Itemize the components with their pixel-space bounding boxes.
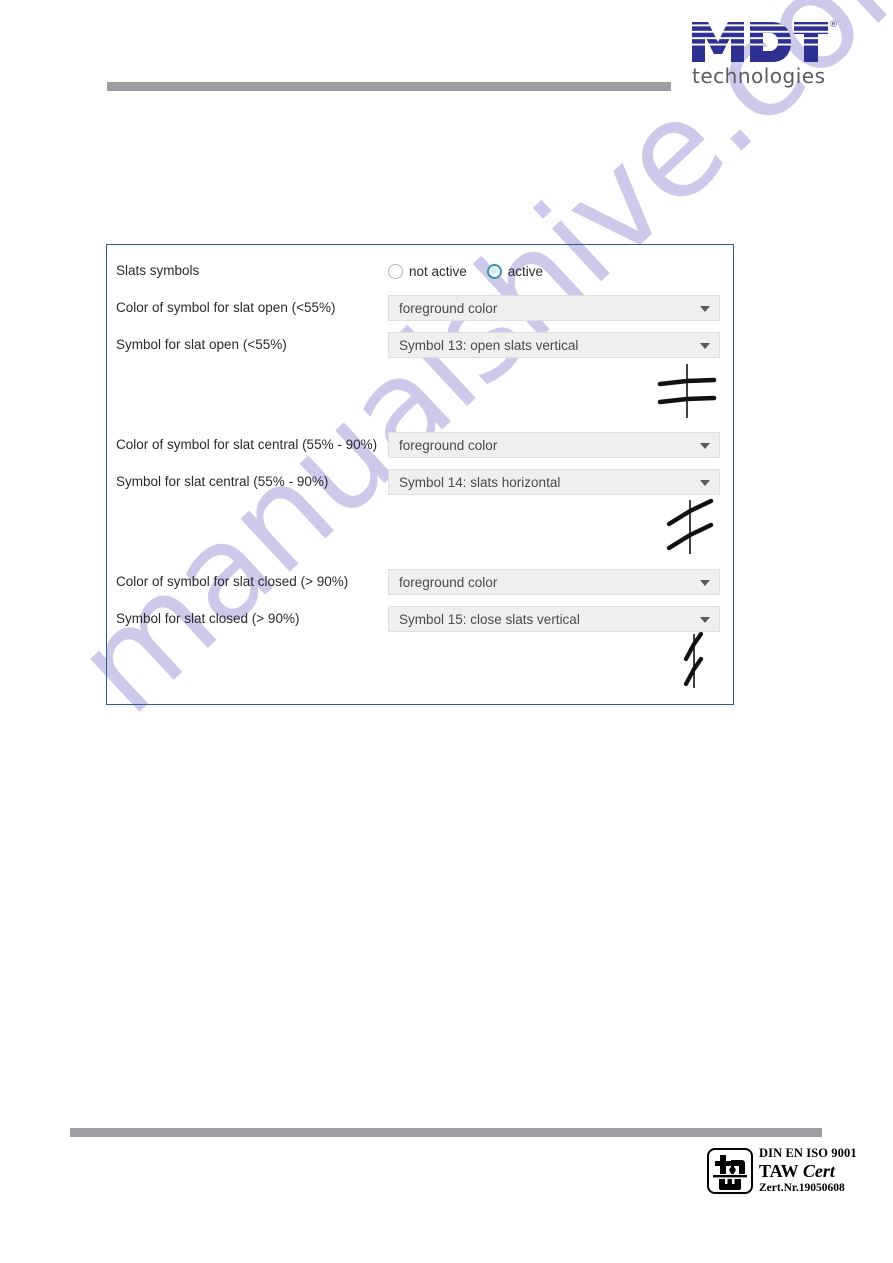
page-header: ® technologies [0,0,893,110]
cert-authority: TAW Cert [759,1161,859,1181]
color-slat-open-label: Color of symbol for slat open (<55%) [116,300,336,315]
settings-row: Slats symbols not active active [107,256,733,286]
taw-cert-logo-icon [707,1148,753,1194]
slats-open-vertical-icon [657,364,717,418]
settings-row: Color of symbol for slat central (55% - … [107,430,733,460]
mdt-logo-mark [692,22,828,62]
settings-row: Color of symbol for slat open (<55%) for… [107,293,733,323]
cert-authority-suffix: Cert [802,1161,835,1181]
certification-text: DIN EN ISO 9001 TAW Cert Zert.Nr.1905060… [759,1146,859,1195]
slats-symbols-radio-group[interactable]: not active active [388,260,557,282]
color-slat-open-value: foreground color [399,301,498,316]
symbol-slat-closed-value: Symbol 15: close slats vertical [399,612,580,627]
radio-active-label[interactable]: active [508,264,543,279]
color-slat-closed-select[interactable]: foreground color [388,569,720,595]
slats-closed-vertical-icon [683,632,704,688]
header-divider [107,82,671,91]
radio-not-active[interactable] [388,263,403,279]
chevron-down-icon[interactable] [700,580,710,586]
chevron-down-icon[interactable] [700,617,710,623]
certification-badge: DIN EN ISO 9001 TAW Cert Zert.Nr.1905060… [707,1146,857,1198]
color-slat-central-label: Color of symbol for slat central (55% - … [116,437,378,452]
color-slat-closed-label: Color of symbol for slat closed (> 90%) [116,574,349,589]
symbol-slat-central-select[interactable]: Symbol 14: slats horizontal [388,469,720,495]
color-slat-open-select[interactable]: foreground color [388,295,720,321]
color-slat-central-value: foreground color [399,438,498,453]
slats-symbols-label: Slats symbols [116,263,200,278]
symbol-slat-open-label: Symbol for slat open (<55%) [116,337,287,352]
symbol-slat-closed-select[interactable]: Symbol 15: close slats vertical [388,606,720,632]
cert-authority-name: TAW [759,1161,803,1181]
radio-active[interactable] [486,263,502,279]
settings-row: Symbol for slat central (55% - 90%) Symb… [107,467,733,497]
chevron-down-icon[interactable] [700,306,710,312]
settings-row: Color of symbol for slat closed (> 90%) … [107,567,733,597]
mdt-logo-tagline: technologies [692,64,826,88]
cert-standard: DIN EN ISO 9001 [759,1146,857,1160]
radio-not-active-label[interactable]: not active [409,264,467,279]
footer-divider [70,1128,822,1137]
chevron-down-icon[interactable] [700,443,710,449]
symbol-slat-central-value: Symbol 14: slats horizontal [399,475,561,490]
chevron-down-icon[interactable] [700,480,710,486]
settings-row: Symbol for slat open (<55%) Symbol 13: o… [107,330,733,360]
mdt-logo: ® technologies [690,18,838,94]
symbol-slat-open-value: Symbol 13: open slats vertical [399,338,579,353]
color-slat-central-select[interactable]: foreground color [388,432,720,458]
registered-mark-icon: ® [829,20,838,30]
settings-row: Symbol for slat closed (> 90%) Symbol 15… [107,604,733,634]
slats-symbols-settings-panel: Slats symbols not active active Color of… [106,244,734,705]
symbol-slat-central-label: Symbol for slat central (55% - 90%) [116,474,329,489]
symbol-slat-open-select[interactable]: Symbol 13: open slats vertical [388,332,720,358]
symbol-slat-closed-label: Symbol for slat closed (> 90%) [116,611,300,626]
cert-number: Zert.Nr.19050608 [759,1182,845,1194]
slats-horizontal-icon [666,498,714,554]
chevron-down-icon[interactable] [700,343,710,349]
color-slat-closed-value: foreground color [399,575,498,590]
